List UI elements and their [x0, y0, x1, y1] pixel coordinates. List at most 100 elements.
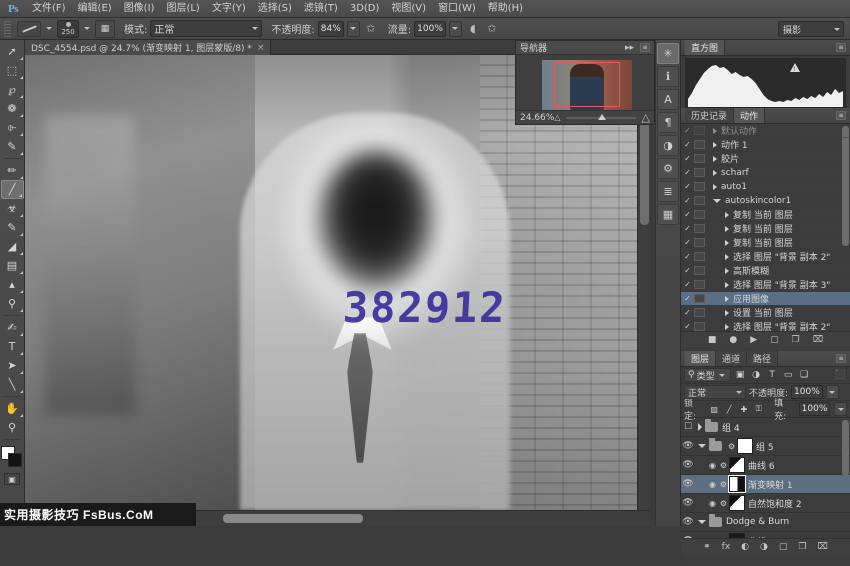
layer-visibility-icon[interactable]: 👁	[681, 479, 695, 489]
action-dialog-toggle[interactable]	[694, 224, 705, 233]
quick-mask-button[interactable]: ▣	[4, 473, 20, 485]
layer-visibility-icon[interactable]: 👁	[681, 498, 695, 508]
link-layers-button[interactable]: ⚭	[703, 542, 711, 552]
toggle-brush-panel-button[interactable]: ▦	[95, 20, 115, 38]
new-action-set-button[interactable]: ▢	[770, 335, 779, 345]
mask-link-icon[interactable]: ⚙	[726, 442, 737, 451]
path-selection-tool[interactable]: ➤	[1, 356, 24, 375]
layer-filter-type-select[interactable]: ⚲ 类型	[684, 368, 731, 382]
tab-paths[interactable]: 路径	[747, 351, 778, 366]
menu-layer[interactable]: 图层(L)	[160, 0, 205, 17]
mask-link-icon[interactable]: ⚙	[718, 480, 729, 489]
action-toggle-icon[interactable]: ✓	[681, 196, 694, 205]
action-row[interactable]: ✓ 选择 图层 "背景 副本 2"	[681, 320, 850, 331]
expand-arrow-icon[interactable]	[725, 212, 729, 218]
action-row[interactable]: ✓ 复制 当前 图层	[681, 208, 850, 222]
menu-edit[interactable]: 编辑(E)	[72, 0, 118, 17]
brush-preset-chevron-icon[interactable]	[46, 27, 52, 30]
mask-link-icon[interactable]: ⚙	[718, 499, 729, 508]
action-row[interactable]: ✓ scharf	[681, 166, 850, 180]
action-toggle-icon[interactable]: ✓	[681, 210, 694, 219]
zoom-out-icon[interactable]: △	[554, 113, 560, 122]
action-toggle-icon[interactable]: ✓	[681, 182, 694, 191]
menu-view[interactable]: 视图(V)	[385, 0, 432, 17]
filter-type-icon[interactable]: T	[766, 369, 779, 382]
add-mask-button[interactable]: ◐	[741, 542, 749, 552]
action-toggle-icon[interactable]: ✓	[681, 154, 694, 163]
opacity-field[interactable]: 84%	[318, 21, 344, 37]
layer-style-button[interactable]: fx	[722, 542, 731, 552]
properties-dock-icon[interactable]: ≣	[657, 181, 679, 202]
color-dock-icon[interactable]: ◑	[657, 135, 679, 156]
histogram-dock-icon[interactable]: ✳	[657, 43, 679, 64]
layer-mask-thumbnail[interactable]	[729, 457, 745, 473]
action-dialog-toggle[interactable]	[694, 238, 705, 247]
action-toggle-icon[interactable]: ✓	[681, 280, 694, 289]
action-row[interactable]: ✓ 动作 1	[681, 138, 850, 152]
marquee-tool[interactable]: ⬚	[1, 61, 24, 80]
options-bar-grip[interactable]	[4, 21, 11, 37]
menu-3d[interactable]: 3D(D)	[344, 0, 386, 17]
action-dialog-toggle[interactable]	[694, 308, 705, 317]
menu-help[interactable]: 帮助(H)	[482, 0, 529, 17]
character-dock-icon[interactable]: A	[657, 89, 679, 110]
collapse-arrow-icon[interactable]	[713, 199, 721, 203]
shape-tool[interactable]: ╲	[1, 375, 24, 394]
gradient-tool[interactable]: ▤	[1, 256, 24, 275]
collapse-arrow-icon[interactable]	[698, 444, 706, 448]
document-tab[interactable]: DSC_4554.psd @ 24.7% (渐变映射 1, 图层蒙版/8) * …	[25, 40, 271, 55]
lock-all-icon[interactable]: ⚿	[753, 404, 764, 415]
layer-mask-thumbnail[interactable]	[729, 476, 745, 492]
swatches-dock-icon[interactable]: ▦	[657, 204, 679, 225]
color-swatches[interactable]	[1, 446, 23, 468]
layer-mask-thumbnail[interactable]	[729, 533, 745, 538]
expand-arrow-icon[interactable]	[713, 128, 717, 134]
tab-layers[interactable]: 图层	[685, 351, 716, 366]
tab-actions[interactable]: 动作	[734, 108, 765, 123]
horizontal-scrollbar-thumb[interactable]	[223, 514, 363, 523]
expand-arrow-icon[interactable]	[713, 142, 717, 148]
action-toggle-icon[interactable]: ✓	[681, 322, 694, 331]
layer-row-selected[interactable]: 👁 ◉ ⚙ 渐变映射 1	[681, 475, 850, 494]
clone-stamp-tool[interactable]: ☣	[1, 199, 24, 218]
history-brush-tool[interactable]: ✎	[1, 218, 24, 237]
tab-history[interactable]: 历史记录	[685, 108, 734, 123]
expand-arrow-icon[interactable]	[698, 423, 702, 431]
action-row[interactable]: ✓ 默认动作	[681, 124, 850, 138]
action-row[interactable]: ✓ 高斯模糊	[681, 264, 850, 278]
action-toggle-icon[interactable]: ✓	[681, 168, 694, 177]
layer-row[interactable]: 👁 ⚙ 组 5	[681, 437, 850, 456]
layer-mask-thumbnail[interactable]	[729, 495, 745, 511]
play-action-button[interactable]: ▶	[750, 335, 757, 345]
panel-menu-icon[interactable]: ≡	[836, 354, 846, 363]
new-action-button[interactable]: ❐	[792, 335, 800, 345]
brush-size-chevron-icon[interactable]	[84, 27, 90, 30]
new-group-button[interactable]: ▢	[779, 542, 788, 552]
hand-tool[interactable]: ✋	[1, 399, 24, 418]
layer-blend-mode-select[interactable]: 正常	[684, 385, 746, 399]
brush-tool[interactable]: ╱	[1, 180, 24, 199]
expand-arrow-icon[interactable]	[725, 296, 729, 302]
panel-menu-icon[interactable]: ≡	[640, 43, 650, 52]
mask-link-icon[interactable]: ⚙	[718, 461, 729, 470]
panel-menu-icon[interactable]: ≡	[836, 111, 846, 120]
expand-arrow-icon[interactable]	[713, 170, 717, 176]
eraser-tool[interactable]: ◢	[1, 237, 24, 256]
expand-arrow-icon[interactable]	[725, 282, 729, 288]
histogram-warning-icon[interactable]	[790, 63, 800, 72]
action-toggle-icon[interactable]: ✓	[681, 266, 694, 275]
brush-size-field[interactable]: 250	[57, 20, 79, 38]
expand-arrow-icon[interactable]	[713, 184, 717, 190]
dodge-tool[interactable]: ⚲	[1, 294, 24, 313]
zoom-in-icon[interactable]: △	[642, 111, 650, 124]
filter-pixel-icon[interactable]: ▣	[734, 369, 747, 382]
zoom-tool[interactable]: ⚲	[1, 418, 24, 437]
expand-arrow-icon[interactable]	[725, 240, 729, 246]
action-dialog-toggle[interactable]	[694, 140, 705, 149]
expand-arrow-icon[interactable]	[725, 254, 729, 260]
layer-mask-thumbnail[interactable]	[737, 438, 753, 454]
layers-list[interactable]: ☐ 组 4 👁 ⚙ 组 5 👁 ◉ ⚙	[681, 418, 850, 538]
action-toggle-icon[interactable]: ✓	[681, 308, 694, 317]
navigator-zoom-knob[interactable]	[598, 114, 606, 120]
stop-action-button[interactable]: ■	[708, 335, 717, 345]
